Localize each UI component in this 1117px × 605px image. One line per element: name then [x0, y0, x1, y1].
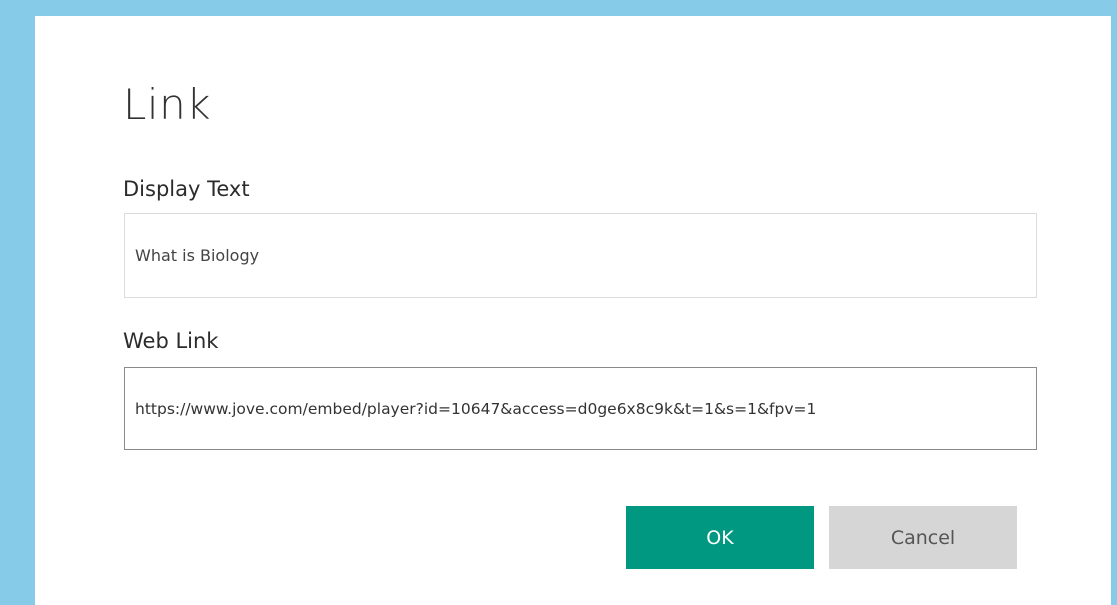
link-dialog: Link Display Text What is Biology Web Li… — [35, 16, 1111, 605]
display-text-value: What is Biology — [135, 246, 260, 265]
cancel-button[interactable]: Cancel — [829, 506, 1017, 569]
web-link-value: https://www.jove.com/embed/player?id=106… — [135, 399, 817, 418]
web-link-input[interactable]: https://www.jove.com/embed/player?id=106… — [124, 367, 1037, 450]
web-link-label: Web Link — [123, 329, 219, 353]
cancel-button-label: Cancel — [890, 526, 956, 549]
ok-button[interactable]: OK — [626, 506, 814, 569]
display-text-label: Display Text — [123, 177, 250, 201]
dialog-title: Link — [123, 80, 212, 129]
display-text-input[interactable]: What is Biology — [124, 213, 1037, 298]
ok-button-label: OK — [706, 526, 734, 549]
